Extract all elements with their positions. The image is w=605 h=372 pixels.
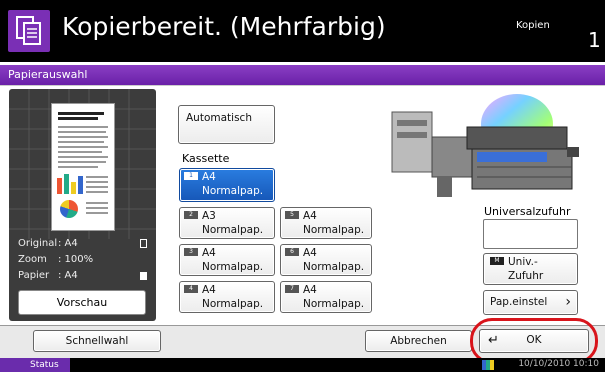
cassette-2-button[interactable]: 2 A3 Normalpap. [179,207,275,239]
date-time: 10/10/2010 10:10 [518,359,599,369]
tray-number-icon: 7 [285,285,299,293]
info-original-value: : A4 [58,238,78,249]
header-bar: Kopierbereit. (Mehrfarbig) Kopien 1 [0,0,605,62]
cassette-5-button[interactable]: 5 A4 Normalpap. [280,207,372,239]
copy-icon [8,10,50,52]
cassette-label: Kassette [182,152,230,165]
cassette-size: A4 [202,284,216,296]
cassette-size: A4 [303,284,317,296]
tray-number-icon: 2 [184,211,198,219]
bypass-display [483,219,578,249]
cassette-3-button[interactable]: 3 A4 Normalpap. [179,244,275,276]
tray-number-icon: 6 [285,248,299,256]
copies-count: 1 [588,28,601,52]
screen-title: Papierauswahl [0,65,605,85]
tray-number-icon: 1 [184,172,198,180]
cassette-size: A4 [202,171,216,183]
cassette-type: Normalpap. [303,261,365,273]
ok-button[interactable]: ↵ OK [479,329,589,353]
paper-settings-label: Pap.einstel [490,296,548,308]
cassette-size: A4 [303,210,317,222]
quick-setup-button[interactable]: Schnellwahl [33,330,161,352]
tray-number-icon: 5 [285,211,299,219]
cassette-type: Normalpap. [303,298,365,310]
cassette-4-button[interactable]: 4 A4 Normalpap. [179,281,275,313]
mp-tray-icon: M [490,257,504,265]
portrait-page-icon [140,239,147,248]
cassette-1-button[interactable]: 1 A4 Normalpap. [179,168,275,202]
cassette-size: A4 [202,247,216,259]
auto-button[interactable]: Automatisch [178,105,275,144]
bypass-label: Universalzufuhr [484,205,571,218]
cassette-size: A4 [303,247,317,259]
printer-illustration [382,92,582,202]
copies-label: Kopien [516,20,550,31]
cassette-size: A3 [202,210,216,222]
mp-tray-line2: Zufuhr [508,270,544,282]
cassette-type: Normalpap. [202,298,264,310]
tray-number-icon: 4 [184,285,198,293]
cassette-type: Normalpap. [202,185,264,197]
cassette-type: Normalpap. [202,224,264,236]
cassette-6-button[interactable]: 6 A4 Normalpap. [280,244,372,276]
chevron-right-icon: › [565,294,571,310]
status-bar: Status 10/10/2010 10:10 [0,358,605,372]
cassette-type: Normalpap. [303,224,365,236]
preview-button[interactable]: Vorschau [18,290,146,315]
cancel-button[interactable]: Abbrechen [365,330,472,352]
cassette-7-button[interactable]: 7 A4 Normalpap. [280,281,372,313]
auto-button-label: Automatisch [186,112,252,124]
ok-label: OK [526,334,542,346]
tray-number-icon: 3 [184,248,198,256]
preview-panel [9,89,156,321]
status-title: Kopierbereit. (Mehrfarbig) [62,12,386,41]
info-zoom-value: : 100% [58,254,94,265]
preview-page-thumbnail [51,103,115,231]
paper-icon [140,272,147,280]
info-paper-value: : A4 [58,270,78,281]
toner-level-icon [482,360,494,370]
status-button[interactable]: Status [0,358,70,372]
paper-settings-button[interactable]: Pap.einstel › [483,290,578,315]
cassette-type: Normalpap. [202,261,264,273]
mp-tray-line1: Univ.- [508,256,538,268]
mp-tray-button[interactable]: M Univ.- Zufuhr [483,253,578,285]
